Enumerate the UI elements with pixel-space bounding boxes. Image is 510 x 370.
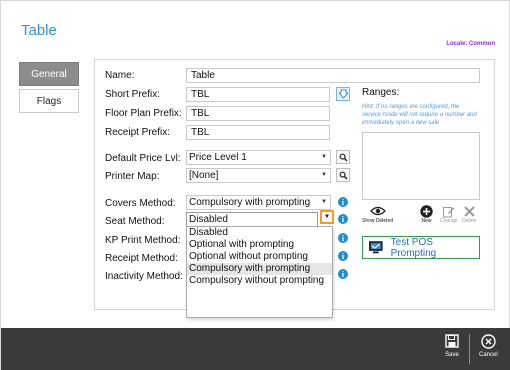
new-label: New bbox=[421, 218, 432, 224]
bottom-bar-divider bbox=[469, 334, 470, 364]
printer-map-search-button[interactable] bbox=[336, 168, 350, 182]
short-prefix-sync-button[interactable] bbox=[336, 87, 350, 101]
kp-print-method-info-icon[interactable]: i bbox=[338, 233, 348, 243]
inactivity-method-label: Inactivity Method: bbox=[105, 271, 183, 282]
dropdown-option[interactable]: Disabled bbox=[187, 227, 332, 239]
price-lvl-search-button[interactable] bbox=[336, 150, 350, 164]
floor-plan-prefix-field[interactable]: TBL bbox=[186, 106, 330, 121]
printer-map-select[interactable]: [None] ▼ bbox=[186, 168, 331, 183]
receipt-prefix-label: Receipt Prefix: bbox=[105, 127, 171, 138]
chevron-down-icon: ▼ bbox=[321, 172, 327, 178]
page-title: Table bbox=[21, 22, 57, 39]
eye-icon bbox=[369, 204, 386, 218]
dropdown-option-highlighted[interactable]: Compulsory with prompting bbox=[187, 263, 332, 275]
edit-icon bbox=[442, 204, 455, 218]
receipt-prefix-field[interactable]: TBL bbox=[186, 125, 330, 140]
cancel-circle-icon bbox=[481, 334, 496, 349]
ranges-title: Ranges: bbox=[362, 87, 400, 98]
show-deleted-button[interactable]: Show Deleted bbox=[362, 204, 393, 224]
default-price-lvl-value: Price Level 1 bbox=[189, 152, 247, 163]
short-prefix-field[interactable]: TBL bbox=[186, 87, 330, 102]
floor-plan-prefix-label: Floor Plan Prefix: bbox=[105, 108, 182, 119]
covers-method-select[interactable]: Compulsory with prompting ▼ bbox=[186, 195, 331, 210]
seat-method-value: Disabled bbox=[189, 214, 228, 225]
change-label: Change bbox=[440, 218, 458, 224]
covers-method-label: Covers Method: bbox=[105, 198, 176, 209]
receipt-method-info-icon[interactable]: i bbox=[338, 251, 348, 261]
locale-label[interactable]: Locale: Common bbox=[446, 41, 495, 47]
cancel-label: Cancel bbox=[479, 352, 498, 358]
monitor-icon bbox=[369, 241, 383, 254]
tab-flags[interactable]: Flags bbox=[19, 89, 79, 113]
covers-method-info-icon[interactable]: i bbox=[338, 197, 348, 207]
new-range-button[interactable]: New bbox=[420, 204, 433, 224]
show-deleted-label: Show Deleted bbox=[362, 218, 394, 224]
search-icon bbox=[339, 153, 347, 161]
save-button[interactable]: Save bbox=[445, 334, 459, 358]
kp-print-method-label: KP Print Method: bbox=[105, 235, 181, 246]
search-icon bbox=[339, 171, 347, 179]
seat-method-select[interactable]: Disabled bbox=[186, 212, 318, 227]
save-label: Save bbox=[445, 352, 459, 358]
cancel-button[interactable]: Cancel bbox=[479, 334, 498, 358]
seat-method-dropdown-list[interactable]: Disabled Optional with prompting Optiona… bbox=[186, 226, 333, 318]
name-field[interactable]: Table bbox=[186, 68, 480, 83]
tab-general[interactable]: General bbox=[19, 62, 79, 86]
delete-range-button[interactable]: Delete bbox=[462, 204, 476, 224]
seat-method-info-icon[interactable]: i bbox=[338, 214, 348, 224]
default-price-lvl-select[interactable]: Price Level 1 ▼ bbox=[186, 150, 331, 165]
dropdown-option[interactable]: Optional without prompting bbox=[187, 251, 332, 263]
test-pos-prompting-label: Test POS Prompting bbox=[390, 236, 437, 259]
name-label: Name: bbox=[105, 70, 135, 81]
ranges-hint: Hint: If no ranges are configured, the s… bbox=[362, 104, 477, 126]
printer-map-label: Printer Map: bbox=[105, 171, 160, 182]
change-range-button[interactable]: Change bbox=[440, 204, 458, 224]
delete-label: Delete bbox=[462, 218, 477, 224]
test-pos-prompting-button[interactable]: Test POS Prompting bbox=[362, 236, 480, 259]
bottom-action-bar: Save Cancel bbox=[1, 328, 510, 370]
arrow-down-icon bbox=[338, 89, 348, 99]
dropdown-option[interactable]: Optional with prompting bbox=[187, 239, 332, 251]
ranges-list[interactable] bbox=[362, 132, 480, 200]
app-window: Table Locale: Common General Flags Name:… bbox=[0, 0, 510, 370]
seat-method-dropdown-toggle[interactable]: ▼ bbox=[320, 210, 334, 224]
chevron-down-icon: ▼ bbox=[321, 154, 327, 160]
close-icon bbox=[464, 204, 475, 218]
covers-method-value: Compulsory with prompting bbox=[189, 197, 311, 208]
seat-method-label: Seat Method: bbox=[105, 216, 165, 227]
chevron-down-icon: ▼ bbox=[321, 199, 327, 205]
plus-circle-icon bbox=[420, 204, 433, 218]
receipt-method-label: Receipt Method: bbox=[105, 253, 178, 264]
inactivity-method-info-icon[interactable]: i bbox=[338, 269, 348, 279]
default-price-lvl-label: Default Price Lvl: bbox=[105, 153, 181, 164]
short-prefix-label: Short Prefix: bbox=[105, 89, 161, 100]
printer-map-value: [None] bbox=[189, 170, 219, 181]
chevron-down-icon: ▼ bbox=[324, 214, 330, 220]
dropdown-option[interactable]: Compulsory without prompting bbox=[187, 275, 332, 287]
floppy-disk-icon bbox=[445, 334, 459, 348]
